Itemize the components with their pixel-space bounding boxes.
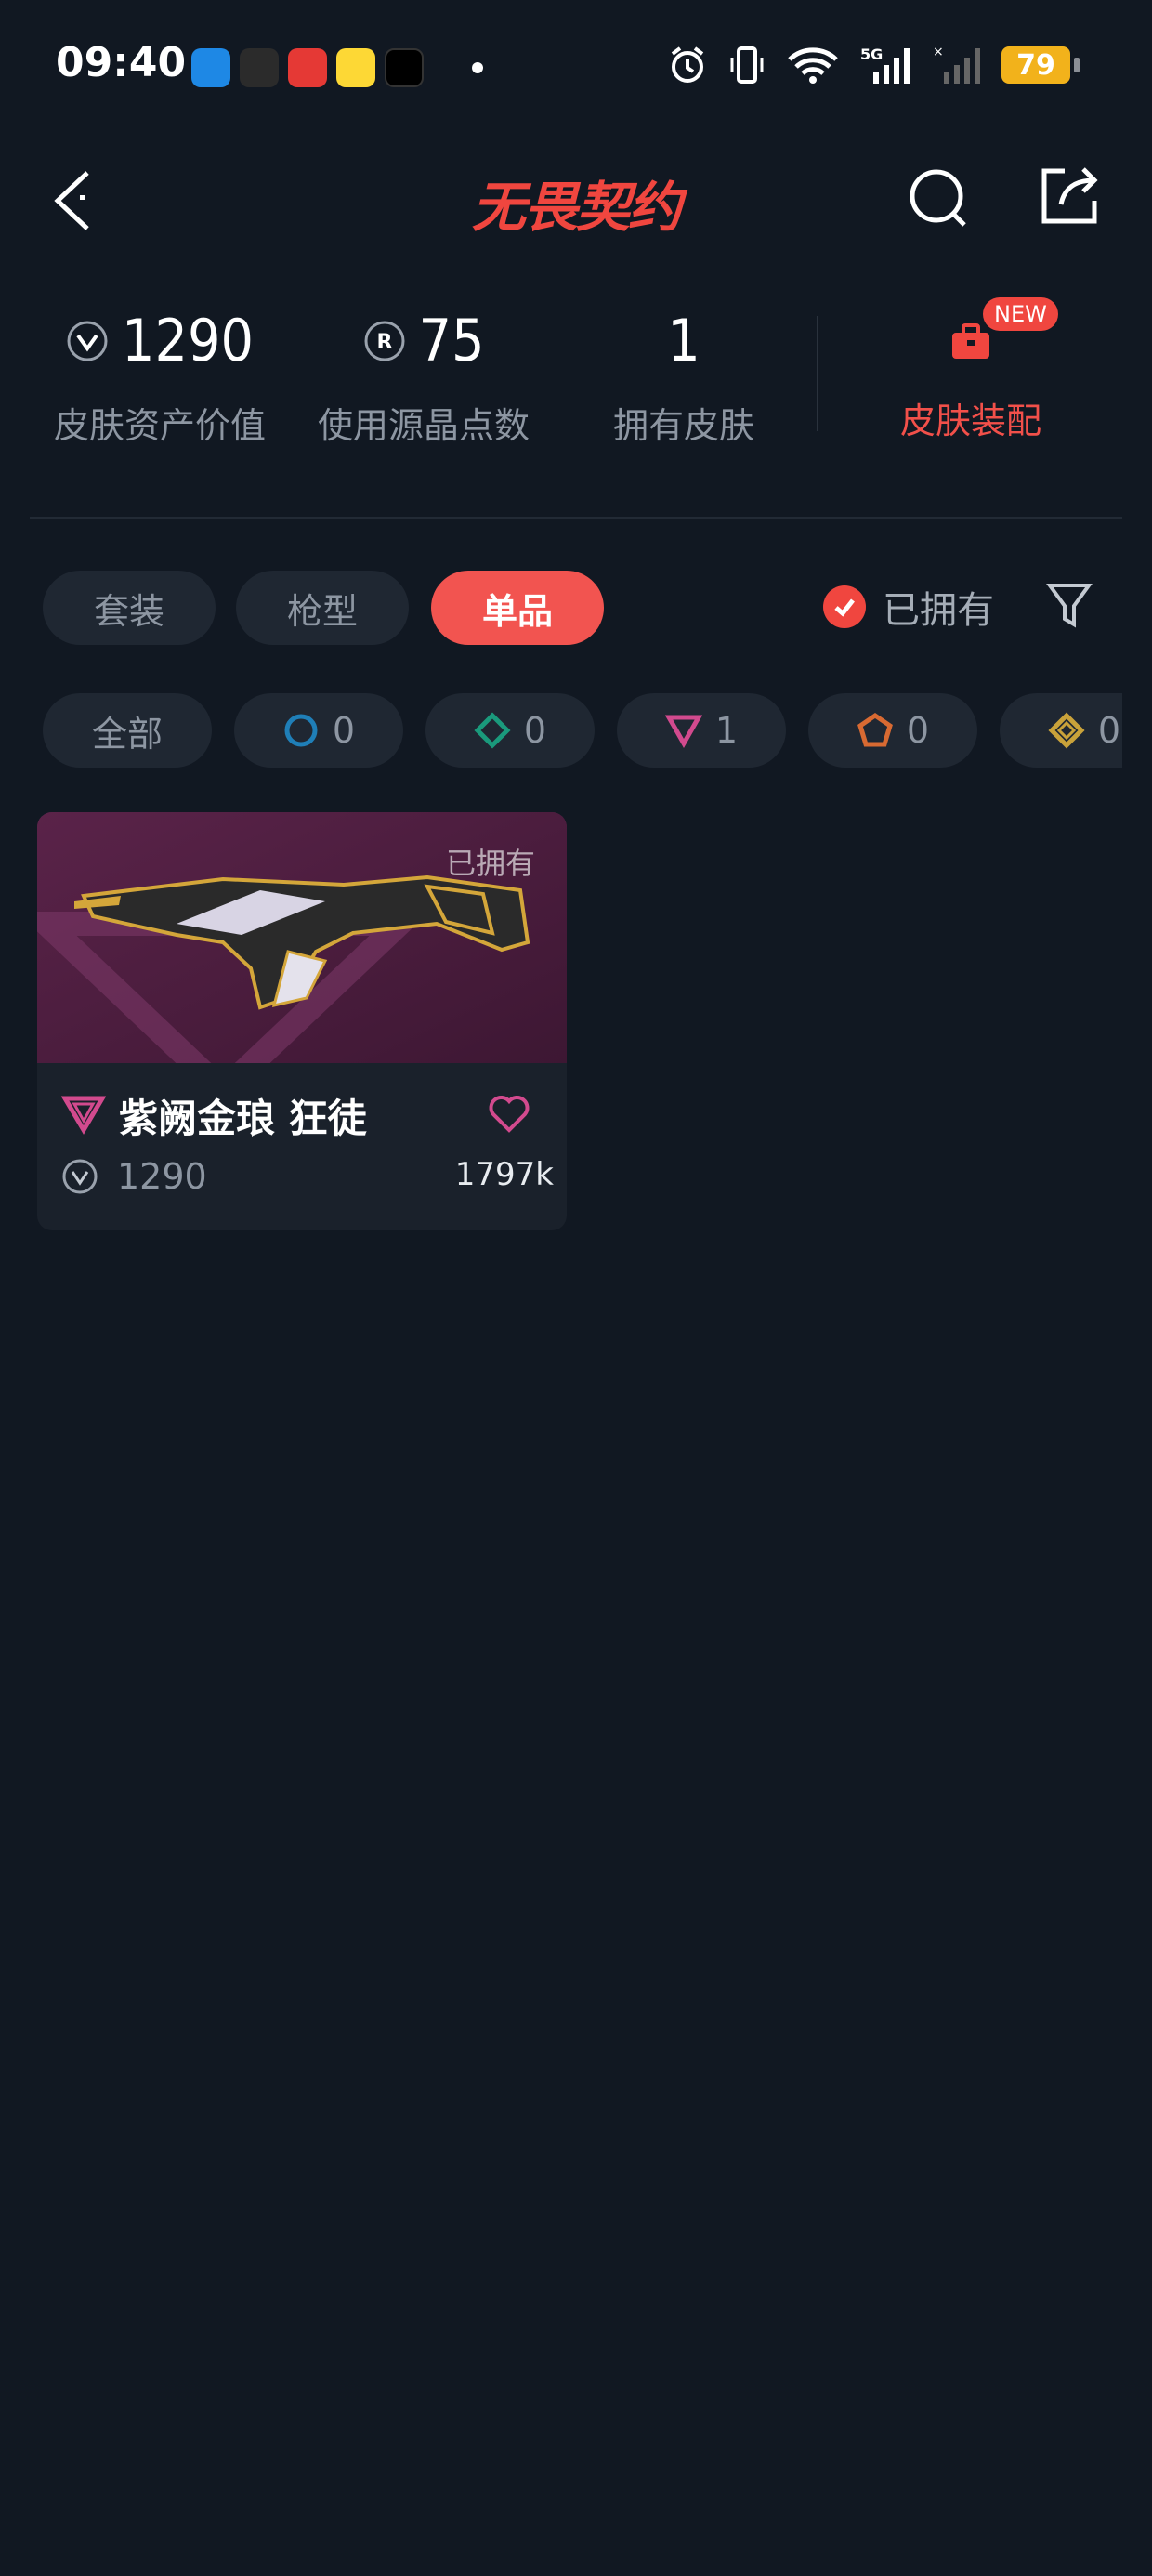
stat-value-row: 1: [591, 307, 777, 375]
tier-chip-premium[interactable]: 1: [617, 693, 786, 768]
tier-chip-ultra[interactable]: 0: [1000, 693, 1122, 768]
wifi-icon: [788, 47, 838, 84]
vp-currency-icon: [62, 1159, 98, 1194]
skin-asset-value: 1290: [122, 307, 254, 375]
status-time: 09:40: [56, 39, 187, 86]
share-button[interactable]: [1037, 164, 1102, 229]
loadout-label: 皮肤装配: [899, 401, 1041, 441]
owned-filter-label: 已拥有: [883, 589, 994, 632]
svg-text:R: R: [376, 331, 392, 354]
svg-text:5G: 5G: [860, 46, 883, 63]
filter-funnel-icon[interactable]: [1046, 580, 1093, 632]
skin-likes-count: 1797k: [454, 1156, 554, 1193]
tier-chip-deluxe[interactable]: 0: [425, 693, 595, 768]
battery-indicator: 79: [1001, 46, 1080, 84]
app-notification-icon: [336, 48, 375, 87]
more-notifications-dot: [472, 62, 483, 73]
tier-chip-count: 1: [714, 710, 739, 751]
new-badge: NEW: [983, 297, 1058, 331]
signal-weak-icon: ×: [933, 45, 980, 84]
tier-chip-all-label: 全部: [91, 713, 163, 755]
alarm-icon: [671, 46, 704, 83]
skin-card[interactable]: 已拥有 紫阙金琅 狂徒 1290 1797k: [37, 812, 567, 1230]
section-divider: [30, 517, 1122, 519]
status-bar: 09:40 5G × 79: [0, 0, 1152, 139]
vibrate-icon: [730, 46, 764, 84]
select-tier-circle-icon: [284, 714, 318, 747]
stat-value-row: 1290: [48, 307, 271, 375]
tier-chip-all[interactable]: 全部: [43, 693, 212, 768]
ultra-tier-diamond-icon: [1048, 712, 1085, 749]
stat-owned-skins: 1 拥有皮肤: [591, 307, 777, 448]
svg-text:×: ×: [933, 45, 944, 59]
check-icon: [823, 585, 866, 628]
heart-icon[interactable]: [487, 1091, 531, 1136]
stats-divider: [817, 316, 818, 431]
tier-chip-count: 0: [523, 710, 547, 751]
tier-chip-count: 0: [1097, 710, 1121, 751]
skin-asset-label: 皮肤资产价值: [53, 405, 266, 446]
tier-chip-exclusive[interactable]: 0: [808, 693, 977, 768]
owned-filter-toggle[interactable]: 已拥有: [823, 580, 994, 634]
back-button[interactable]: [46, 167, 102, 232]
stat-value-row: R 75: [312, 307, 535, 375]
skin-name: 紫阙金琅 狂徒: [119, 1096, 367, 1141]
app-notification-icon: [191, 48, 230, 87]
radianite-icon: R: [364, 321, 405, 361]
owned-tag: 已拥有: [445, 846, 535, 881]
tab-single-items[interactable]: 单品: [431, 571, 604, 645]
tier-filter-chips: 全部 0 0 1 0 0: [43, 693, 1122, 769]
search-button[interactable]: [907, 165, 972, 230]
skin-loadout-button[interactable]: NEW 皮肤装配: [873, 297, 1068, 443]
premium-tier-triangle-icon: [664, 715, 702, 749]
tab-weapon-type[interactable]: 枪型: [236, 571, 409, 645]
owned-skins-value: 1: [667, 307, 700, 375]
tier-chip-select[interactable]: 0: [234, 693, 403, 768]
skin-price: 1290: [117, 1156, 207, 1197]
stat-radianite-points: R 75 使用源晶点数: [312, 307, 535, 448]
tier-chip-count: 0: [332, 710, 356, 751]
signal-5g-icon: 5G: [860, 46, 910, 84]
deluxe-tier-diamond-icon: [474, 712, 511, 749]
app-notification-icon: [288, 48, 327, 87]
app-notification-icon: [240, 48, 279, 87]
tiktok-notification-icon: [385, 48, 424, 87]
radianite-points-value: 75: [418, 307, 485, 375]
skin-image: 已拥有: [37, 812, 567, 1063]
owned-skins-label: 拥有皮肤: [612, 405, 754, 446]
notification-icons: [191, 48, 483, 87]
system-icons: 5G × 79: [667, 45, 1080, 85]
vp-currency-icon: [67, 321, 108, 361]
exclusive-tier-pentagon-icon: [857, 712, 893, 747]
premium-tier-triangle-icon: [61, 1096, 106, 1135]
stat-skin-asset-value: 1290 皮肤资产价值: [48, 307, 271, 448]
tab-bundles[interactable]: 套装: [43, 571, 216, 645]
tier-chip-count: 0: [906, 710, 930, 751]
game-logo: 无畏契约: [471, 176, 682, 239]
radianite-points-label: 使用源晶点数: [317, 405, 530, 446]
